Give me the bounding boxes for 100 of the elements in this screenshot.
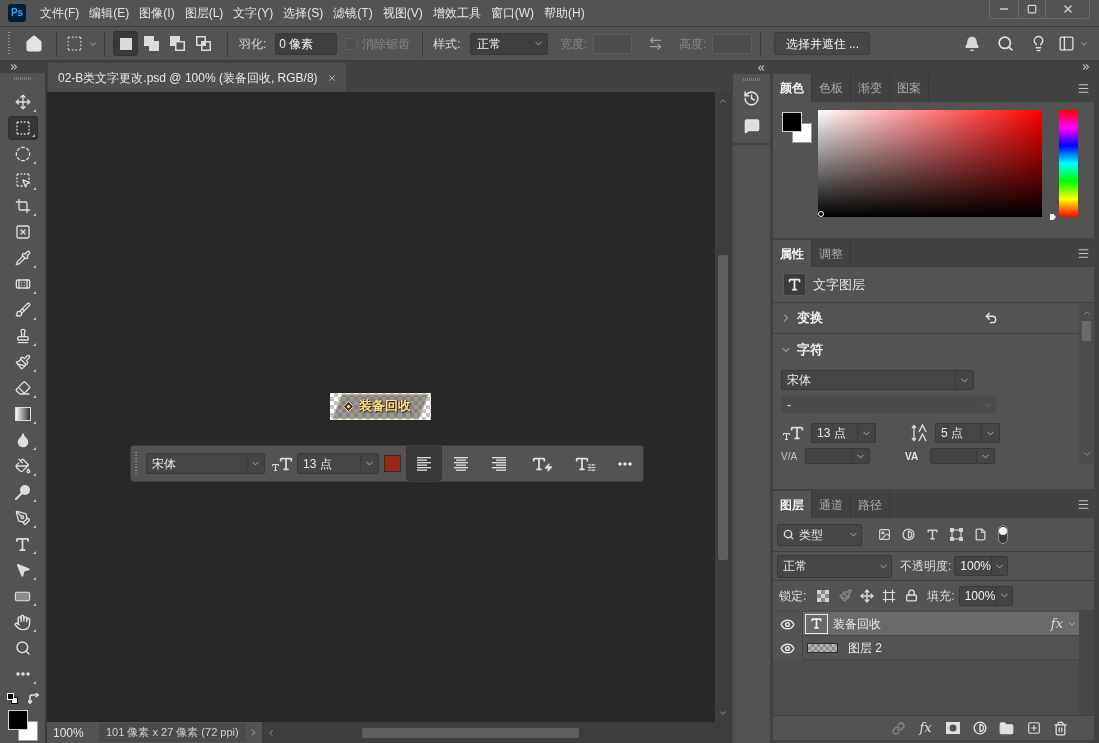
- panel-tab[interactable]: 路径: [851, 491, 890, 518]
- zoom-level[interactable]: 100%: [53, 723, 99, 742]
- intersecting-squares-icon: [196, 36, 211, 51]
- menu-item[interactable]: 图像(I): [134, 2, 180, 24]
- menu-item[interactable]: 增效工具: [427, 2, 486, 24]
- hue-slider[interactable]: [1049, 110, 1078, 221]
- scroll-down-icon: [718, 708, 728, 718]
- paintbrush-icon: [14, 354, 31, 370]
- kerning-label: V/A: [781, 449, 799, 464]
- eye-icon: [780, 640, 795, 656]
- layer-row[interactable]: 图层 2: [803, 636, 1079, 660]
- panel-tab[interactable]: 色板: [812, 74, 851, 102]
- tool-button[interactable]: [7, 116, 38, 140]
- type-icon: [925, 528, 939, 541]
- panel-tab[interactable]: 颜色: [773, 74, 812, 102]
- font-select[interactable]: 宋体: [146, 453, 265, 474]
- font-select[interactable]: 宋体: [781, 370, 974, 390]
- app-logo[interactable]: Ps: [8, 4, 26, 22]
- leading-select[interactable]: 5 点: [935, 423, 1000, 443]
- pen-icon: [14, 510, 31, 526]
- select-and-mask-button[interactable]: 选择并遮住 ...: [774, 32, 871, 55]
- layer-row[interactable]: 装备回收 fx: [803, 612, 1079, 636]
- visibility-button[interactable]: [778, 617, 797, 631]
- dashed-square-pointer-icon: [14, 172, 31, 188]
- tracking-select[interactable]: [930, 448, 995, 464]
- color-swatch-icon[interactable]: [384, 455, 401, 472]
- section-title: 字符: [797, 340, 823, 359]
- panel-tab[interactable]: 通道: [812, 491, 851, 518]
- feather-input[interactable]: 0 像素: [275, 32, 338, 55]
- panel-tab[interactable]: 属性: [773, 240, 812, 267]
- layer-thumbnail: [807, 642, 838, 653]
- scroll-up-icon: [718, 96, 728, 106]
- comment-icon: [743, 118, 760, 134]
- scroll-up-icon: [1081, 308, 1092, 318]
- text-settings-icon: [574, 455, 597, 472]
- scroll-thumb[interactable]: [718, 255, 728, 560]
- horizontal-scrollbar[interactable]: [261, 722, 731, 743]
- align-right-icon: [492, 456, 506, 471]
- undo-arrow-icon: [984, 311, 998, 325]
- mask-icon: [945, 722, 960, 734]
- style-select[interactable]: 正常: [469, 32, 548, 55]
- more-icon: [15, 672, 30, 676]
- menu-item[interactable]: 视图(V): [377, 2, 428, 24]
- menu-item[interactable]: 文字(Y): [228, 2, 279, 24]
- diamond-icon: [343, 401, 354, 412]
- menu-item[interactable]: 图层(L): [179, 2, 229, 24]
- menu-item[interactable]: 编辑(E): [84, 2, 135, 24]
- panel-tab[interactable]: 图案: [890, 74, 929, 102]
- opacity-input[interactable]: 100%: [954, 556, 1009, 576]
- hue-pointer-icon[interactable]: [1049, 213, 1057, 221]
- panel-tab[interactable]: 图层: [773, 491, 812, 518]
- filled-square-icon: [119, 37, 132, 50]
- menu-item[interactable]: 选择(S): [278, 2, 329, 24]
- folder-icon: [999, 720, 1014, 736]
- menu-item[interactable]: 文件(F): [35, 2, 85, 24]
- reset-button[interactable]: [983, 310, 999, 326]
- document-title: 02-B类文字更改.psd @ 100% (装备回收, RGB/8): [58, 69, 318, 87]
- scroll-down-icon: [1081, 449, 1092, 459]
- menu-item[interactable]: 帮助(H): [539, 2, 590, 24]
- brush-icon: [14, 302, 31, 318]
- panel-tab[interactable]: 渐变: [851, 74, 890, 102]
- color-field[interactable]: [818, 110, 1042, 217]
- close-icon: [326, 72, 337, 83]
- menu-item[interactable]: 窗口(W): [485, 2, 539, 24]
- document-info[interactable]: 101 像素 x 27 像素 (72 ppi): [99, 723, 246, 742]
- filter-toggle-icon[interactable]: [998, 525, 1008, 544]
- align-button[interactable]: [406, 446, 442, 481]
- tracking-label: VA: [905, 449, 920, 464]
- vertical-scrollbar[interactable]: [715, 92, 731, 722]
- font-size-select[interactable]: 13 点: [297, 453, 379, 474]
- opacity-label: 不透明度:: [900, 558, 952, 575]
- fill-input[interactable]: 100%: [958, 585, 1013, 606]
- color-swatches-icon: [782, 112, 812, 143]
- frame-icon: [882, 588, 897, 603]
- scroll-thumb[interactable]: [1082, 321, 1091, 341]
- blend-mode-select[interactable]: 正常: [777, 554, 892, 578]
- font-size-select[interactable]: 13 点: [811, 423, 876, 443]
- panel-scrollbar[interactable]: [1079, 303, 1094, 464]
- effects-label[interactable]: fx: [1050, 613, 1063, 634]
- contrast-icon: [972, 721, 987, 735]
- text-layer-thumbnail: [805, 613, 828, 634]
- fill-label: 填充:: [927, 587, 955, 605]
- layer-list-scrollbar[interactable]: [1079, 610, 1094, 715]
- contrast-icon: [901, 528, 915, 541]
- scroll-thumb[interactable]: [361, 727, 579, 738]
- layer-name: 图层 2: [848, 639, 882, 657]
- bell-icon: [964, 35, 980, 52]
- style-label: 样式:: [433, 35, 461, 53]
- maximize-icon: [1027, 4, 1037, 14]
- selection-mode-button[interactable]: [113, 31, 138, 56]
- checkerboard-icon: [817, 589, 830, 602]
- document-tab[interactable]: 02-B类文字更改.psd @ 100% (装备回收, RGB/8): [48, 63, 346, 92]
- layer-filter-select[interactable]: 类型: [777, 523, 862, 546]
- line-spacing-icon: [911, 424, 929, 442]
- menu-item[interactable]: 滤镜(T): [328, 2, 378, 24]
- gradient-icon: [14, 407, 31, 421]
- panel-tab[interactable]: 调整: [812, 240, 851, 267]
- layer-style-button[interactable]: fx: [912, 718, 939, 738]
- type-icon: [14, 535, 31, 553]
- visibility-button[interactable]: [778, 641, 797, 655]
